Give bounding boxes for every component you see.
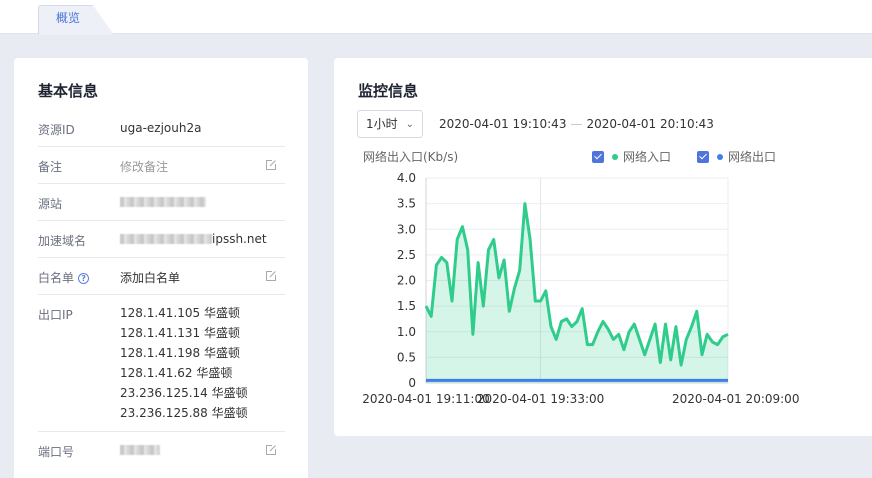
egress-ip-item: 128.1.41.105 华盛顿 (120, 306, 240, 320)
egress-ip-item: 23.236.125.14 华盛顿 (120, 386, 248, 400)
y-tick-label: 2.0 (397, 274, 416, 288)
port-value-redacted (120, 443, 160, 457)
y-tick-label: 3.5 (397, 197, 416, 211)
origin-label: 源站 (38, 197, 63, 211)
info-row-domain: 加速域名 ipssh.net (38, 232, 285, 258)
port-label: 端口号 (38, 445, 75, 459)
x-tick-label: 2020-04-01 19:11:00 (362, 392, 489, 406)
egress-ip-label: 出口IP (38, 308, 73, 322)
y-tick-label: 1.0 (397, 325, 416, 339)
tab-bar: 概览 (0, 0, 872, 35)
resource-id-value: uga-ezjouh2a (120, 121, 202, 135)
whitelist-label-text: 白名单 (38, 271, 75, 285)
y-tick-label: 4.0 (397, 171, 416, 185)
egress-ip-item: 23.236.125.88 华盛顿 (120, 406, 248, 420)
resource-id-label: 资源ID (38, 123, 75, 137)
egress-ip-item: 128.1.41.131 华盛顿 (120, 326, 240, 340)
info-row-egress-ip: 出口IP 128.1.41.105 华盛顿 128.1.41.131 华盛顿 1… (38, 306, 285, 432)
domain-label: 加速域名 (38, 234, 87, 248)
x-tick-label: 2020-04-01 20:09:00 (672, 392, 799, 406)
info-row-port: 端口号 (38, 443, 285, 469)
y-tick-label: 3.0 (397, 222, 416, 236)
y-tick-label: 1.5 (397, 299, 416, 313)
info-row-remark: 备注 修改备注 (38, 158, 285, 184)
egress-ip-item: 128.1.41.62 华盛顿 (120, 366, 233, 380)
help-icon[interactable]: ? (78, 273, 90, 284)
domain-redacted (120, 234, 212, 244)
remark-label: 备注 (38, 160, 63, 174)
y-tick-label: 2.5 (397, 248, 416, 262)
y-tick-label: 0.5 (397, 350, 416, 364)
egress-ip-list: 128.1.41.105 华盛顿 128.1.41.131 华盛顿 128.1.… (120, 303, 248, 423)
info-row-whitelist: 白名单? 添加白名单 (38, 269, 285, 295)
x-tick-label: 2020-04-01 19:33:00 (477, 392, 604, 406)
tab-overview[interactable]: 概览 (38, 5, 114, 35)
info-row-resource-id: 资源ID uga-ezjouh2a (38, 121, 285, 147)
traffic-chart: 0 0.5 1.0 1.5 2.0 2.5 3.0 3.5 4.0 2020-04-01 19:1… (362, 171, 799, 406)
edit-remark-icon[interactable] (265, 159, 277, 171)
edit-whitelist-icon[interactable] (265, 270, 277, 282)
tab-overview-label: 概览 (56, 11, 81, 25)
monitor-card: 监控信息 1小时 ⌄ 2020-04-01 19:10:43—2020-04-0… (334, 58, 872, 436)
edit-port-icon[interactable] (265, 444, 277, 456)
domain-suffix: ipssh.net (212, 232, 267, 246)
origin-value-redacted (120, 195, 206, 209)
y-tick-label: 0 (408, 376, 416, 390)
basic-info-card: 基本信息 资源ID uga-ezjouh2a 备注 修改备注 源站 加速域名 i… (14, 58, 308, 478)
remark-placeholder[interactable]: 修改备注 (120, 158, 168, 175)
whitelist-label: 白名单? (38, 269, 90, 286)
domain-value: ipssh.net (120, 232, 267, 246)
basic-info-title: 基本信息 (38, 82, 99, 100)
whitelist-value[interactable]: 添加白名单 (120, 269, 180, 286)
info-row-origin: 源站 (38, 195, 285, 221)
egress-ip-item: 128.1.41.198 华盛顿 (120, 346, 240, 360)
